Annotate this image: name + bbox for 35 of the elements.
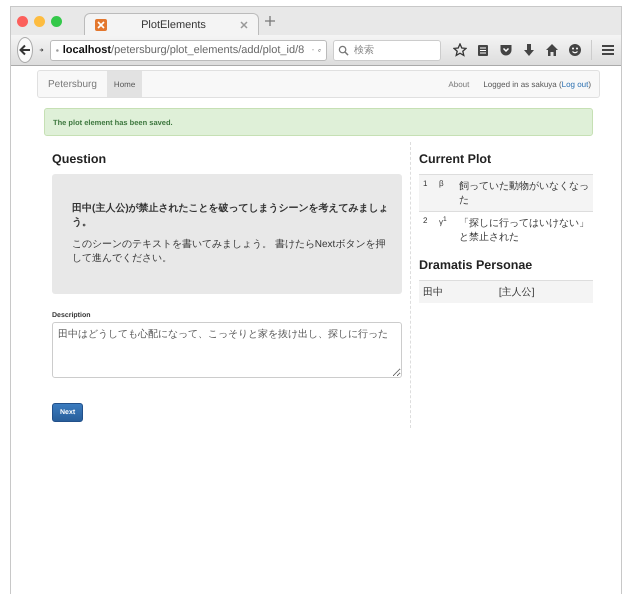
new-tab-icon[interactable]	[265, 16, 275, 29]
browser-tab[interactable]: PlotElements	[84, 13, 259, 35]
close-icon[interactable]	[240, 20, 248, 28]
logout-link[interactable]: Log out	[562, 80, 588, 88]
address-field[interactable]: localhost/petersburg/plot_elements/add/plot_id/8	[50, 40, 327, 60]
section-heading: Dramatis Personae	[419, 258, 534, 272]
section-heading: Question	[52, 152, 108, 166]
star-icon[interactable]	[453, 43, 467, 57]
search-field[interactable]: 検索	[333, 40, 441, 60]
section-heading: Current Plot	[419, 152, 492, 166]
back-button[interactable]	[17, 37, 33, 63]
nav-item[interactable]: Home	[106, 71, 142, 97]
description-field[interactable]: 田中はどうしても心配になって、こっそりと家を抜け出し、探しに行った	[52, 322, 402, 378]
table-cell: 飼っていた動物がいなくなった	[455, 174, 593, 212]
app-logo-icon	[95, 18, 107, 30]
question-prompt: 田中(主人公)が禁止されたことを破ってしまうシーンを考えてみましょう。	[72, 202, 390, 230]
download-icon[interactable]	[522, 43, 536, 57]
table-cell: 1	[419, 174, 435, 212]
search-icon	[338, 44, 349, 56]
menu-icon[interactable]	[601, 43, 615, 57]
smiley-icon[interactable]	[568, 43, 582, 57]
table-cell: [主人公]	[468, 280, 593, 303]
table-cell: β	[435, 174, 455, 212]
reading-list-icon[interactable]	[476, 43, 490, 57]
home-icon[interactable]	[545, 43, 559, 57]
about-link[interactable]: About	[448, 80, 470, 88]
pocket-icon[interactable]	[499, 43, 513, 57]
login-status: Logged in as sakuya (Log out)	[483, 80, 591, 88]
table-cell: 田中	[419, 280, 469, 303]
table-cell: γ$^{1}$	[435, 212, 455, 248]
brand-link[interactable]: Petersburg	[38, 78, 107, 90]
table-cell: 「探しに行ってはいけない」と禁止された	[455, 212, 593, 248]
question-instruction: このシーンのテキストを書いてみましょう。 書けたらNextボタンを押して進んでください。	[72, 238, 386, 266]
table-cell: 2	[419, 212, 435, 248]
back-arrow-icon	[18, 43, 32, 57]
